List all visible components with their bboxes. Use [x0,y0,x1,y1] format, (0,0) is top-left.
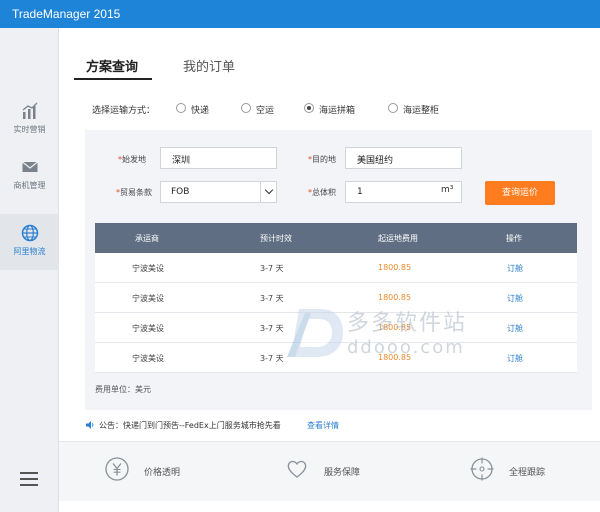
crosshair-icon [470,457,494,481]
mail-icon [22,161,38,172]
column-header-fee: 起运地费用 [378,234,418,243]
column-header-action: 操作 [506,234,522,243]
book-link[interactable]: 订舱 [507,353,523,364]
yen-icon [105,457,129,481]
speaker-icon [86,421,94,429]
title-bar: TradeManager 2015 [0,0,600,28]
column-header-duration: 预计时效 [260,234,292,243]
fee-cell: 1800.85 [378,353,412,362]
shipping-mode-label: 选择运输方式： [92,106,156,116]
table-row: 宁波美设 3-7 天 1800.85 订舱 [95,343,577,373]
radio-circle [304,103,314,113]
radio-circle [176,103,186,113]
table-row: 宁波美设 3-7 天 1800.85 订舱 [95,283,577,313]
column-header-carrier: 承运商 [135,234,159,243]
hamburger-menu-icon[interactable] [20,472,38,486]
duration-cell: 3-7 天 [260,354,284,363]
destination-input[interactable]: 美国纽约 [345,147,462,169]
tab-plan-query[interactable]: 方案查询 [73,56,153,80]
destination-label: *目的地 [308,155,336,164]
trade-terms-select[interactable]: FOB [160,181,277,203]
query-rate-button[interactable]: 查询运价 [485,181,555,205]
notice-details-link[interactable]: 查看详情 [307,420,339,431]
volume-label: *总体积 [308,188,336,197]
feature-label: 价格透明 [144,468,181,478]
sidebar-item-label: 商机管理 [13,181,46,190]
notice-text: 公告：快递门到门预告--FedEx上门服务城市抢先看 [99,421,281,430]
radio-circle [388,103,398,113]
radio-label: 快递 [191,106,210,116]
feature-label: 服务保障 [324,468,361,478]
book-link[interactable]: 订舱 [507,263,523,274]
fee-cell: 1800.85 [378,293,412,302]
fee-cell: 1800.85 [378,263,412,272]
radio-label: 海运拼箱 [319,106,356,116]
carrier-cell: 宁波美设 [132,354,164,363]
sidebar: 实时营销 商机管理 阿里物流 [0,28,59,512]
fee-cell: 1800.85 [378,323,412,332]
sidebar-item-opportunity-management[interactable]: 商机管理 [0,148,59,204]
radio-label: 空运 [256,106,275,116]
tab-my-orders[interactable]: 我的订单 [183,56,235,75]
window-title: TradeManager 2015 [12,7,121,21]
table-row: 宁波美设 3-7 天 1800.85 订舱 [95,253,577,283]
duration-cell: 3-7 天 [260,294,284,303]
feature-label: 全程跟踪 [509,468,546,478]
feature-footer: 价格透明 服务保障 全程跟踪 [59,441,600,501]
origin-input[interactable]: 深圳 [160,147,277,169]
duration-cell: 3-7 天 [260,264,284,273]
sidebar-item-label: 实时营销 [13,125,46,134]
carrier-cell: 宁波美设 [132,264,164,273]
sidebar-item-label: 阿里物流 [13,247,46,256]
duration-cell: 3-7 天 [260,324,284,333]
book-link[interactable]: 订舱 [507,293,523,304]
table-header: 承运商 预计时效 起运地费用 操作 [95,223,577,253]
carrier-cell: 宁波美设 [132,324,164,333]
bar-chart-icon [22,102,38,119]
origin-label: *始发地 [118,155,146,164]
sidebar-item-realtime-marketing[interactable]: 实时营销 [0,92,59,148]
trade-terms-label: *贸易条款 [116,188,152,197]
radio-circle [241,103,251,113]
radio-label: 海运整柜 [403,106,440,116]
trade-terms-value: FOB [171,187,190,197]
heart-icon [287,460,307,478]
volume-unit: m³ [441,185,454,195]
fee-unit-note: 费用单位：美元 [95,385,151,394]
sidebar-item-ali-logistics[interactable]: 阿里物流 [0,214,59,270]
carrier-cell: 宁波美设 [132,294,164,303]
table-row: 宁波美设 3-7 天 1800.85 订舱 [95,313,577,343]
chevron-down-icon [260,182,276,202]
book-link[interactable]: 订舱 [507,323,523,334]
globe-icon [21,224,39,242]
